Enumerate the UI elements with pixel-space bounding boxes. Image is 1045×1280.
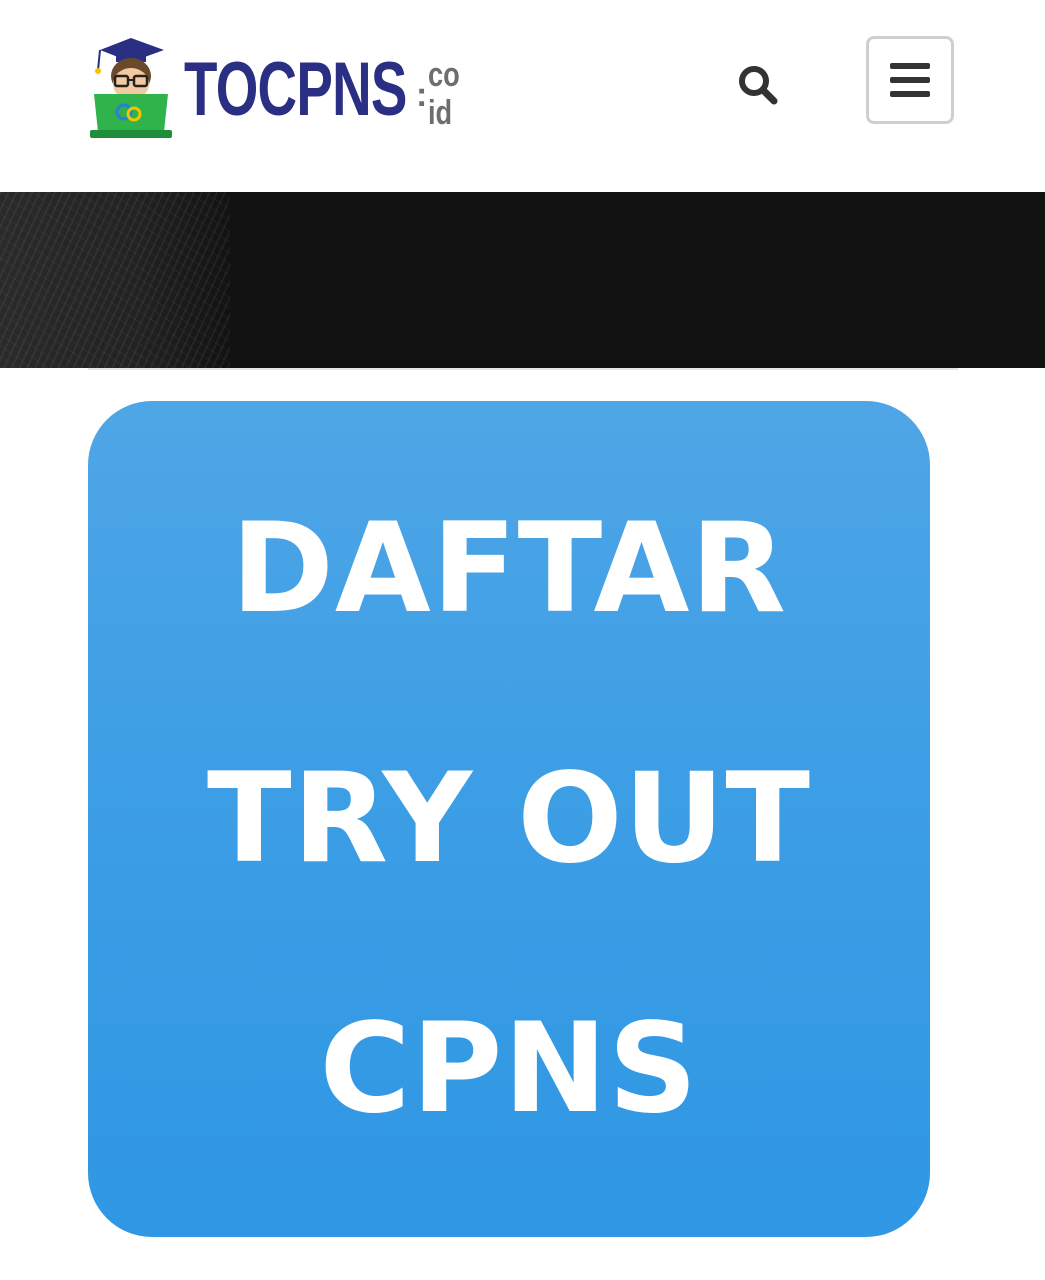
mascot-logo-icon — [90, 38, 172, 138]
divider — [88, 368, 958, 370]
logo-tld-id: id — [428, 94, 453, 132]
cta-line-1: DAFTAR — [230, 497, 787, 641]
site-logo[interactable]: TOCPNS : co id — [88, 36, 478, 140]
search-icon — [739, 66, 778, 105]
menu-button[interactable] — [866, 36, 954, 124]
logo-tld-colon: : — [416, 76, 428, 114]
logo-tld: : co id — [416, 56, 464, 130]
hero-banner — [0, 192, 1045, 368]
logo-main-text: TOCPNS — [184, 47, 407, 132]
cta-line-2: TRY OUT — [207, 747, 811, 891]
register-tryout-button[interactable]: DAFTAR TRY OUT CPNS — [88, 401, 930, 1237]
site-header: TOCPNS : co id — [0, 0, 1045, 192]
search-button[interactable] — [730, 60, 786, 110]
hamburger-menu-icon — [890, 63, 930, 97]
banner-texture — [0, 192, 230, 368]
cta-line-3: CPNS — [319, 997, 699, 1141]
logo-wordmark: TOCPNS — [184, 50, 412, 130]
logo-tld-co: co — [428, 56, 460, 94]
page: TOCPNS : co id DAFTAR TRY OUT CPNS — [0, 0, 1045, 1280]
